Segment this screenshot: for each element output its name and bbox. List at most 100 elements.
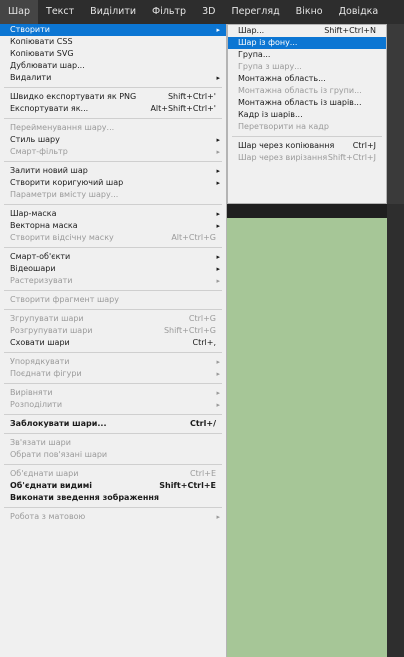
menu-item: Вирівняти ▸ <box>0 387 226 399</box>
menu-item-label: Швидко експортувати як PNG <box>10 92 137 101</box>
menu-item[interactable]: Дублювати шар... <box>0 60 226 72</box>
menu-item-shortcut: Ctrl+, <box>192 338 216 347</box>
menu-item-label: Перетворити на кадр <box>238 122 329 131</box>
menu-item-label: Зв'язати шари <box>10 438 71 447</box>
menu-item-shortcut: Ctrl+J <box>352 141 376 150</box>
menu-item-label: Група... <box>238 50 271 59</box>
menu-item[interactable]: Монтажна область... <box>228 73 386 85</box>
submenu-arrow-icon: ▸ <box>216 389 220 397</box>
menu-item[interactable]: Заблокувати шари... Ctrl+/ <box>0 418 226 430</box>
submenu-arrow-icon: ▸ <box>216 167 220 175</box>
menu-item[interactable]: Векторна маска ▸ <box>0 220 226 232</box>
menu-item-label: Створити фрагмент шару <box>10 295 119 304</box>
menu-separator <box>4 464 222 465</box>
menu-item[interactable]: Експортувати як... Alt+Shift+Ctrl+' <box>0 103 226 115</box>
menu-separator <box>4 161 222 162</box>
menu-item[interactable]: Виконати зведення зображення <box>0 492 226 504</box>
menu-item-label: Відеошари <box>10 264 56 273</box>
menu-item[interactable]: Копіювати SVG <box>0 48 226 60</box>
menu-item-label: Робота з матовою <box>10 512 86 521</box>
menubar-item[interactable]: Перегляд <box>223 0 287 24</box>
menu-separator <box>4 383 222 384</box>
menu-item: Створити відсічну маску Alt+Ctrl+G <box>0 232 226 244</box>
menu-item-shortcut: Shift+Ctrl+E <box>159 481 216 490</box>
document-tab-bar <box>227 204 404 218</box>
menu-item: Обрати пов'язані шари <box>0 449 226 461</box>
submenu-arrow-icon: ▸ <box>216 222 220 230</box>
menu-item-label: Поєднати фігури <box>10 369 82 378</box>
submenu-arrow-icon: ▸ <box>216 26 220 34</box>
menu-item[interactable]: Шар-маска ▸ <box>0 208 226 220</box>
submenu-arrow-icon: ▸ <box>216 513 220 521</box>
menu-item-label: Упорядкувати <box>10 357 70 366</box>
menu-item-label: Створити <box>10 25 50 34</box>
menu-item-label: Кадр із шарів... <box>238 110 303 119</box>
menu-item[interactable]: Шар із фону... <box>228 37 386 49</box>
menu-item: Розгрупувати шари Shift+Ctrl+G <box>0 325 226 337</box>
menu-item[interactable]: Кадр із шарів... <box>228 109 386 121</box>
menu-item[interactable]: Копіювати CSS <box>0 36 226 48</box>
menu-item: Шар через вирізання Shift+Ctrl+J <box>228 152 386 164</box>
menu-item-label: Згрупувати шари <box>10 314 84 323</box>
submenu-arrow-icon: ▸ <box>216 179 220 187</box>
layer-menu: Створити ▸ Копіювати CSS Копіювати SVG Дублю… <box>0 24 227 657</box>
menubar-item[interactable]: Шар <box>0 0 39 24</box>
menu-separator <box>4 433 222 434</box>
menu-item-label: Сховати шари <box>10 338 70 347</box>
menu-item-shortcut: Shift+Ctrl+N <box>324 26 376 35</box>
menubar-item[interactable]: Фільтр <box>144 0 194 24</box>
menu-item: Об'єднати шари Ctrl+E <box>0 468 226 480</box>
menu-item[interactable]: Група... <box>228 49 386 61</box>
menu-item[interactable]: Відеошари ▸ <box>0 263 226 275</box>
submenu-arrow-icon: ▸ <box>216 210 220 218</box>
menu-item-label: Дублювати шар... <box>10 61 85 70</box>
menu-item[interactable]: Залити новий шар ▸ <box>0 165 226 177</box>
menu-item-shortcut: Alt+Shift+Ctrl+' <box>150 104 216 113</box>
menubar-item[interactable]: 3D <box>194 0 223 24</box>
menu-item[interactable]: Шар... Shift+Ctrl+N <box>228 25 386 37</box>
menu-item[interactable]: Шар через копіювання Ctrl+J <box>228 140 386 152</box>
menu-item-shortcut: Shift+Ctrl+G <box>163 326 216 335</box>
menu-bar: Шар Текст Виділити Фільтр 3D Перегляд Вікно Дов… <box>0 0 404 24</box>
menu-item-label: Шар через вирізання <box>238 153 328 162</box>
submenu-arrow-icon: ▸ <box>216 136 220 144</box>
menu-item-shortcut: Alt+Ctrl+G <box>171 233 216 242</box>
menu-separator <box>4 352 222 353</box>
menu-item[interactable]: Монтажна область із шарів... <box>228 97 386 109</box>
menu-item[interactable]: Стиль шару ▸ <box>0 134 226 146</box>
menu-item: Розподілити ▸ <box>0 399 226 411</box>
menu-item-label: Векторна маска <box>10 221 78 230</box>
menu-item-label: Перейменування шару... <box>10 123 115 132</box>
submenu-arrow-icon: ▸ <box>216 253 220 261</box>
menu-item-label: Експортувати як... <box>10 104 89 113</box>
menu-separator <box>4 87 222 88</box>
menu-item-label: Монтажна область із шарів... <box>238 98 362 107</box>
menubar-item[interactable]: Текст <box>38 0 82 24</box>
menu-item[interactable]: Об'єднати видимі Shift+Ctrl+E <box>0 480 226 492</box>
menu-separator <box>4 247 222 248</box>
document-canvas[interactable] <box>227 218 387 657</box>
menu-item-label: Розгрупувати шари <box>10 326 93 335</box>
menu-item-label: Створити відсічну маску <box>10 233 114 242</box>
menubar-item[interactable]: Виділити <box>82 0 144 24</box>
menu-item-label: Видалити <box>10 73 52 82</box>
menu-item[interactable]: Смарт-об'єкти ▸ <box>0 251 226 263</box>
menubar-item[interactable]: Довідка <box>331 0 387 24</box>
menu-item-label: Виконати зведення зображення <box>10 493 160 502</box>
menu-item: Смарт-фільтр ▸ <box>0 146 226 158</box>
menu-item[interactable]: Видалити ▸ <box>0 72 226 84</box>
menu-item[interactable]: Створити коригуючий шар ▸ <box>0 177 226 189</box>
menu-item: Зв'язати шари <box>0 437 226 449</box>
menu-item-label: Залити новий шар <box>10 166 88 175</box>
menu-item[interactable]: Сховати шари Ctrl+, <box>0 337 226 349</box>
menu-item[interactable]: Створити ▸ <box>0 24 226 36</box>
menubar-item[interactable]: Вікно <box>288 0 331 24</box>
menu-item-shortcut: Ctrl+/ <box>189 419 216 428</box>
menu-item-label: Смарт-фільтр <box>10 147 68 156</box>
menu-item: Робота з матовою ▸ <box>0 511 226 523</box>
submenu-arrow-icon: ▸ <box>216 277 220 285</box>
menu-item[interactable]: Швидко експортувати як PNG Shift+Ctrl+' <box>0 91 226 103</box>
menu-item-label: Вирівняти <box>10 388 53 397</box>
menu-separator <box>4 414 222 415</box>
menu-item-label: Растеризувати <box>10 276 73 285</box>
